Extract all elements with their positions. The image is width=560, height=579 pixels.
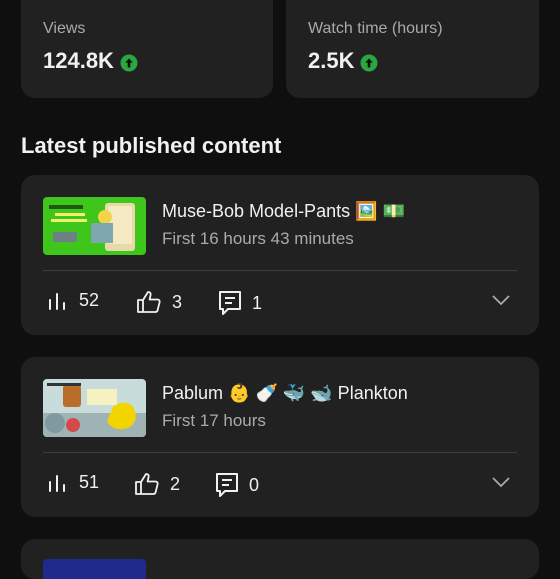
views-metric: 51: [47, 472, 99, 493]
views-value-row: 124.8K: [43, 48, 138, 74]
video-thumbnail[interactable]: [43, 197, 146, 255]
views-value: 124.8K: [43, 48, 114, 73]
content-card[interactable]: Pablum 👶 🍼 🐳 🐋 Plankton First 17 hours 5…: [21, 357, 539, 517]
likes-count: 2: [170, 473, 181, 494]
video-time-window: First 17 hours: [162, 411, 266, 430]
comments-count: 0: [249, 474, 260, 495]
comments-metric: 0: [215, 472, 259, 498]
chevron-down-icon[interactable]: [491, 475, 511, 493]
watch-time-label: Watch time (hours): [308, 20, 443, 37]
divider: [43, 452, 517, 453]
likes-metric: 2: [134, 472, 180, 496]
video-title[interactable]: Muse-Bob Model-Pants 🖼️ 💵: [162, 201, 405, 222]
watch-time-value-row: 2.5K: [308, 48, 378, 74]
views-count: 51: [79, 472, 100, 492]
comment-icon: [219, 291, 241, 315]
views-metric: 52: [47, 290, 99, 311]
arrow-up-circle-icon: [360, 52, 378, 72]
section-title: Latest published content: [21, 133, 282, 158]
watch-time-stat-card[interactable]: Watch time (hours) 2.5K: [286, 0, 539, 98]
content-card[interactable]: Muse-Bob Model-Pants 🖼️ 💵 First 16 hours…: [21, 175, 539, 335]
views-stat-card[interactable]: Views 124.8K: [21, 0, 273, 98]
comments-metric: 1: [218, 290, 262, 316]
comment-icon: [216, 473, 238, 497]
likes-metric: 3: [136, 290, 182, 314]
arrow-up-circle-icon: [120, 52, 138, 72]
thumbs-up-icon: [137, 291, 161, 313]
bar-chart-icon: [49, 474, 65, 492]
video-time-window: First 16 hours 43 minutes: [162, 229, 354, 248]
video-thumbnail[interactable]: [43, 559, 146, 579]
views-label: Views: [43, 20, 86, 37]
video-thumbnail[interactable]: [43, 379, 146, 437]
thumbs-up-icon: [135, 473, 159, 495]
views-count: 52: [79, 290, 100, 310]
chevron-down-icon[interactable]: [491, 293, 511, 311]
watch-time-value: 2.5K: [308, 48, 355, 73]
comments-count: 1: [252, 292, 263, 313]
divider: [43, 270, 517, 271]
likes-count: 3: [172, 291, 183, 312]
content-card[interactable]: [21, 539, 539, 579]
video-title[interactable]: Pablum 👶 🍼 🐳 🐋 Plankton: [162, 383, 408, 404]
bar-chart-icon: [49, 292, 65, 310]
